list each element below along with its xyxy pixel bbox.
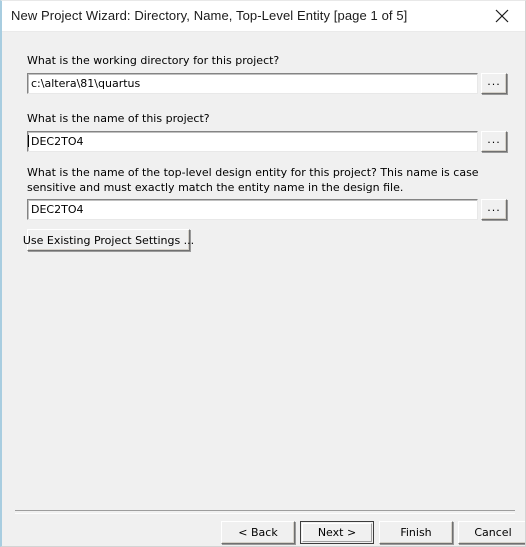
text-caret bbox=[28, 135, 29, 147]
project-name-value: DEC2TO4 bbox=[31, 135, 84, 148]
top-level-entity-label: What is the name of the top-level design… bbox=[27, 166, 479, 194]
top-level-entity-value: DEC2TO4 bbox=[31, 203, 84, 216]
top-level-entity-input[interactable]: DEC2TO4 bbox=[27, 199, 478, 220]
working-directory-value: c:\altera\81\quartus bbox=[31, 77, 141, 90]
title-bar: New Project Wizard: Directory, Name, Top… bbox=[2, 1, 525, 32]
finish-button[interactable]: Finish bbox=[379, 521, 453, 544]
next-button-label: Next > bbox=[317, 526, 357, 539]
cancel-button[interactable]: Cancel bbox=[458, 521, 525, 544]
next-button[interactable]: Next > bbox=[300, 521, 374, 544]
working-directory-label: What is the working directory for this p… bbox=[27, 54, 280, 67]
dialog-title: New Project Wizard: Directory, Name, Top… bbox=[11, 8, 408, 23]
project-name-input[interactable]: DEC2TO4 bbox=[27, 131, 478, 152]
use-existing-project-settings-button[interactable]: Use Existing Project Settings ... bbox=[23, 229, 194, 251]
working-directory-browse-button[interactable]: ... bbox=[481, 73, 507, 94]
top-level-entity-browse-button[interactable]: ... bbox=[481, 199, 507, 220]
new-project-wizard-dialog: New Project Wizard: Directory, Name, Top… bbox=[0, 0, 526, 547]
project-name-label: What is the name of this project? bbox=[27, 112, 210, 125]
footer-separator bbox=[15, 510, 515, 514]
working-directory-input[interactable]: c:\altera\81\quartus bbox=[27, 73, 478, 94]
close-button[interactable] bbox=[480, 1, 525, 31]
project-name-browse-button[interactable]: ... bbox=[481, 131, 507, 152]
dialog-body: What is the working directory for this p… bbox=[2, 32, 525, 546]
back-button[interactable]: < Back bbox=[221, 521, 295, 544]
